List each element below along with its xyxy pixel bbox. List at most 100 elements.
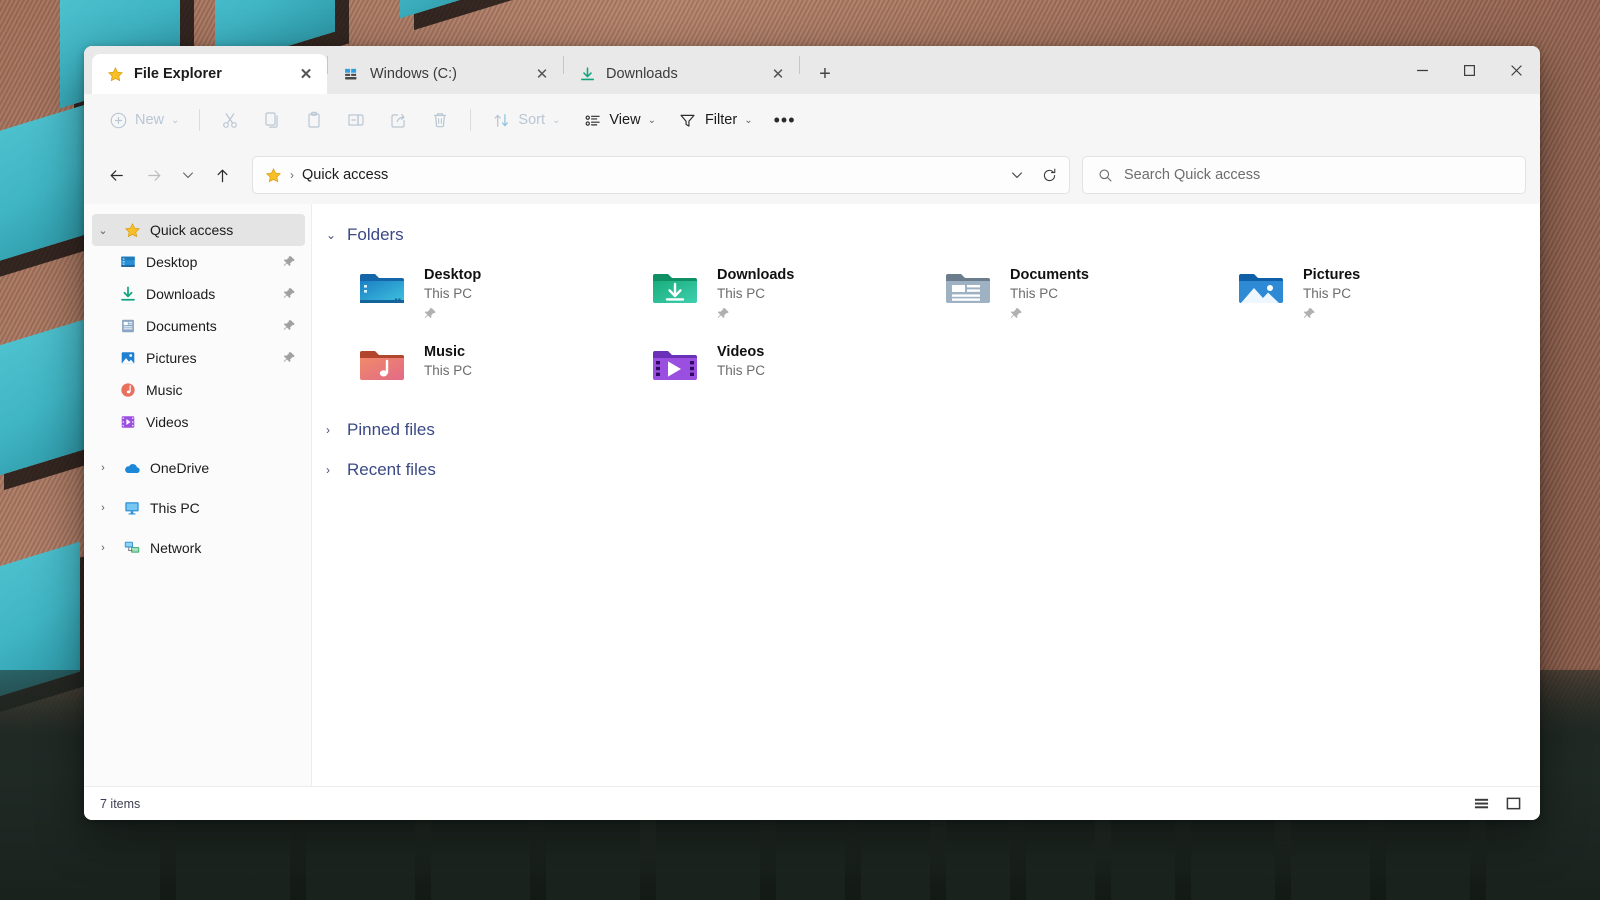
recent-locations-button[interactable] — [174, 158, 202, 192]
filter-button[interactable]: Filter ⌄ — [668, 103, 763, 137]
window-controls — [1399, 46, 1540, 94]
folder-name: Videos — [717, 343, 765, 360]
sidebar-item-label: Downloads — [146, 286, 216, 302]
chevron-right-icon[interactable]: › — [326, 423, 338, 437]
new-button[interactable]: New ⌄ — [98, 103, 189, 137]
sidebar-item-videos[interactable]: Videos — [92, 406, 305, 438]
desktop-folder-icon — [354, 264, 410, 314]
sidebar-item-music[interactable]: Music — [92, 374, 305, 406]
address-bar[interactable]: › Quick access — [252, 156, 1070, 194]
breadcrumb-path[interactable]: Quick access — [302, 167, 388, 183]
address-dropdown-button[interactable] — [1001, 159, 1033, 191]
maximize-button[interactable] — [1446, 46, 1493, 94]
folder-tile-downloads[interactable]: Downloads This PC — [641, 256, 934, 329]
chevron-down-icon: ⌄ — [647, 114, 656, 126]
sidebar-item-this-pc[interactable]: › This PC — [92, 492, 305, 524]
videos-icon — [118, 412, 138, 432]
chevron-down-icon[interactable]: ⌄ — [92, 224, 114, 237]
sidebar-item-downloads[interactable]: Downloads — [92, 278, 305, 310]
folder-name: Music — [424, 343, 466, 360]
view-toggles — [1470, 793, 1524, 815]
pin-icon[interactable] — [283, 351, 297, 365]
filter-button-label: Filter — [704, 112, 738, 128]
folders-section-header[interactable]: ⌄ Folders — [326, 222, 1520, 248]
trash-icon — [430, 110, 450, 130]
ellipsis-icon: ••• — [773, 110, 796, 130]
star-icon — [265, 167, 282, 184]
thispc-icon — [122, 498, 142, 518]
pin-icon[interactable] — [283, 255, 297, 269]
item-count-label: 7 items — [100, 796, 141, 811]
refresh-button[interactable] — [1033, 159, 1065, 191]
copy-icon — [262, 110, 282, 130]
tab-file-explorer[interactable]: File Explorer ✕ — [92, 54, 327, 94]
tab-close-icon[interactable]: ✕ — [529, 61, 555, 87]
share-button[interactable] — [378, 103, 418, 137]
title-bar: File Explorer ✕ Windows (C:) ✕ Downloads… — [84, 46, 1540, 94]
new-button-label: New — [135, 112, 165, 128]
wallpaper-window — [400, 0, 520, 19]
paste-button[interactable] — [294, 103, 334, 137]
breadcrumb: › Quick access — [265, 167, 388, 184]
toolbar-divider — [199, 109, 201, 131]
folders-section-label: Folders — [347, 225, 404, 244]
sidebar-item-network[interactable]: › Network — [92, 532, 305, 564]
sidebar-item-label: Quick access — [150, 222, 234, 238]
filter-icon — [678, 110, 698, 130]
pin-icon[interactable] — [283, 319, 297, 333]
cut-button[interactable] — [210, 103, 250, 137]
tab-windows-c[interactable]: Windows (C:) ✕ — [328, 54, 563, 94]
view-button-label: View — [609, 112, 641, 128]
search-icon — [1097, 167, 1114, 184]
search-box[interactable]: Search Quick access — [1082, 156, 1526, 194]
sidebar-item-label: Videos — [146, 414, 189, 430]
folder-location: This PC — [1303, 286, 1352, 302]
tab-close-icon[interactable]: ✕ — [293, 61, 319, 87]
close-button[interactable] — [1493, 46, 1540, 94]
sort-button[interactable]: Sort ⌄ — [481, 103, 570, 137]
chevron-right-icon[interactable]: › — [92, 462, 114, 474]
share-icon — [388, 110, 408, 130]
minimize-button[interactable] — [1399, 46, 1446, 94]
folder-tile-pictures[interactable]: Pictures This PC — [1227, 256, 1520, 329]
see-more-button[interactable]: ••• — [765, 103, 805, 137]
pin-icon[interactable] — [283, 287, 297, 301]
folder-tile-desktop[interactable]: Desktop This PC — [348, 256, 641, 329]
sidebar-item-quick-access[interactable]: ⌄ Quick access — [92, 214, 305, 246]
back-button[interactable] — [98, 158, 134, 192]
recent-files-section-header[interactable]: › Recent files — [326, 457, 1520, 483]
delete-button[interactable] — [420, 103, 460, 137]
clipboard-icon — [304, 110, 324, 130]
sidebar-item-desktop[interactable]: Desktop — [92, 246, 305, 278]
tab-close-icon[interactable]: ✕ — [765, 61, 791, 87]
pinned-files-section-header[interactable]: › Pinned files — [326, 417, 1520, 443]
chevron-right-icon[interactable]: › — [326, 463, 338, 477]
sidebar-item-onedrive[interactable]: › OneDrive — [92, 452, 305, 484]
folder-location: This PC — [424, 286, 473, 302]
view-button[interactable]: View ⌄ — [572, 103, 666, 137]
folder-tile-music[interactable]: Music This PC — [348, 333, 641, 399]
star-icon — [122, 220, 142, 240]
folder-location: This PC — [424, 362, 473, 378]
pin-icon — [717, 307, 731, 321]
chevron-down-icon[interactable]: ⌄ — [326, 228, 338, 242]
folder-tile-documents[interactable]: Documents This PC — [934, 256, 1227, 329]
large-icons-view-toggle[interactable] — [1502, 793, 1524, 815]
copy-button[interactable] — [252, 103, 292, 137]
chevron-right-icon[interactable]: › — [92, 542, 114, 554]
folder-tile-videos[interactable]: Videos This PC — [641, 333, 934, 399]
chevron-right-icon[interactable]: › — [92, 502, 114, 514]
toolbar-divider — [470, 109, 472, 131]
new-tab-button[interactable]: + — [808, 57, 842, 91]
recent-files-section-label: Recent files — [347, 459, 436, 479]
up-button[interactable] — [204, 158, 240, 192]
details-view-toggle[interactable] — [1470, 793, 1492, 815]
tab-downloads[interactable]: Downloads ✕ — [564, 54, 799, 94]
content-pane: ⌄ Folders Desktop This PC Downloads This… — [312, 204, 1540, 786]
sidebar-item-label: Network — [150, 540, 202, 556]
sidebar-item-documents[interactable]: Documents — [92, 310, 305, 342]
forward-button[interactable] — [136, 158, 172, 192]
sidebar-item-pictures[interactable]: Pictures — [92, 342, 305, 374]
sidebar-item-label: Documents — [146, 318, 217, 334]
rename-button[interactable] — [336, 103, 376, 137]
